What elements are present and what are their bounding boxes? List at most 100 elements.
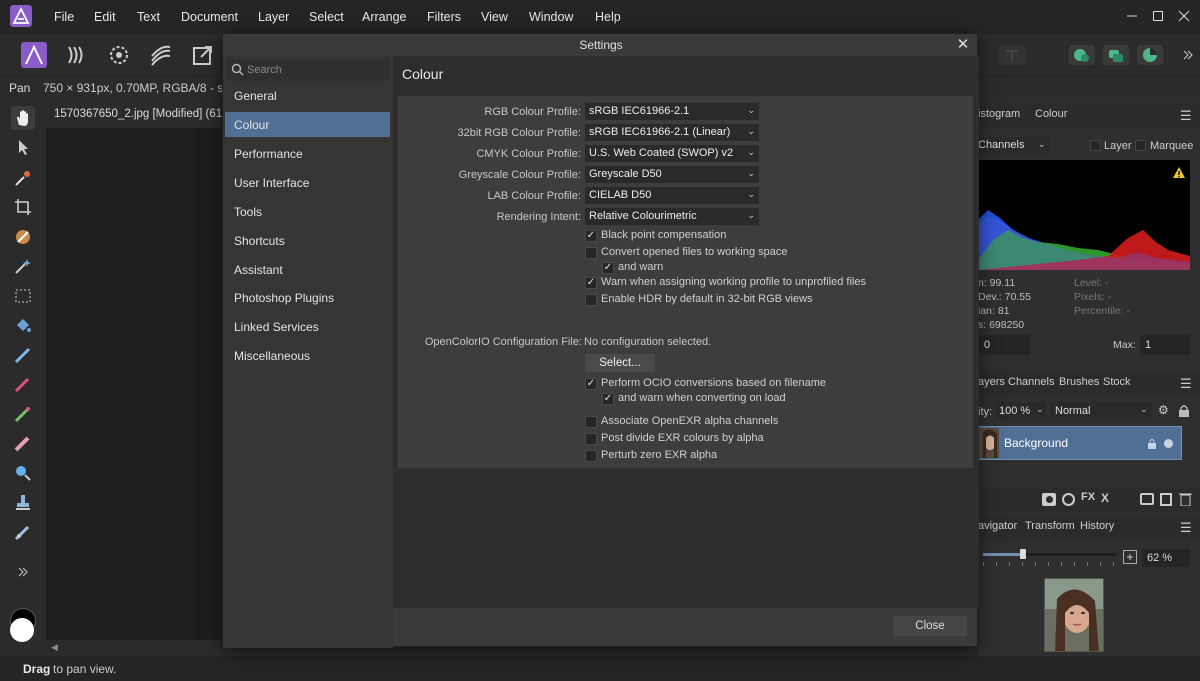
- menu-text[interactable]: Text: [137, 10, 160, 24]
- nav-shortcuts[interactable]: Shortcuts: [225, 228, 390, 253]
- min-input[interactable]: 0: [978, 335, 1030, 355]
- rendering-intent-select[interactable]: Relative Colourimetric ⌄: [585, 208, 759, 225]
- export-persona-icon[interactable]: [187, 39, 219, 71]
- zoom-input[interactable]: 62 %: [1142, 549, 1190, 567]
- layer-visibility-icon[interactable]: [1164, 439, 1173, 448]
- add-pixel-layer-icon[interactable]: [1160, 493, 1172, 506]
- layers-panel-menu-icon[interactable]: ☰: [1180, 376, 1192, 392]
- menu-edit[interactable]: Edit: [94, 10, 116, 24]
- menu-arrange[interactable]: Arrange: [362, 10, 406, 24]
- tab-transform[interactable]: Transform: [1025, 520, 1075, 532]
- maximize-icon[interactable]: [1148, 6, 1168, 26]
- navigator-panel-menu-icon[interactable]: ☰: [1180, 520, 1192, 536]
- dialog-close-icon[interactable]: ✕: [955, 37, 971, 53]
- photo-persona-icon[interactable]: [18, 39, 50, 71]
- rgb32-profile-select[interactable]: sRGB IEC61966-2.1 (Linear) ⌄: [585, 124, 759, 141]
- nav-general[interactable]: General: [225, 83, 390, 108]
- rgb-profile-select[interactable]: sRGB IEC61966-2.1 ⌄: [585, 103, 759, 120]
- black-point-checkbox[interactable]: ✓: [585, 230, 597, 242]
- gradient-tool-icon[interactable]: [11, 343, 35, 367]
- menu-layer[interactable]: Layer: [258, 10, 289, 24]
- greyscale-profile-select[interactable]: Greyscale D50 ⌄: [585, 166, 759, 183]
- nav-colour[interactable]: Colour: [225, 112, 390, 137]
- tab-stock[interactable]: Stock: [1103, 376, 1131, 388]
- layer-lock-icon[interactable]: [1147, 438, 1157, 449]
- layer-row-background[interactable]: Background: [978, 426, 1182, 460]
- tone-mapping-persona-icon[interactable]: [145, 39, 177, 71]
- flood-fill-tool-icon[interactable]: [11, 313, 35, 337]
- cmyk-profile-select[interactable]: U.S. Web Coated (SWOP) v2 ⌄: [585, 145, 759, 162]
- menu-window[interactable]: Window: [529, 10, 573, 24]
- select-ocio-button[interactable]: Select...: [585, 354, 655, 372]
- group-layers-icon[interactable]: [1140, 493, 1154, 505]
- canvas-area[interactable]: [46, 128, 222, 640]
- max-input[interactable]: 1: [1140, 335, 1190, 355]
- nav-assistant[interactable]: Assistant: [225, 257, 390, 282]
- zoom-slider-handle[interactable]: [1019, 549, 1026, 559]
- menu-select[interactable]: Select: [309, 10, 344, 24]
- perform-ocio-checkbox[interactable]: ✓: [585, 378, 597, 390]
- menu-help[interactable]: Help: [595, 10, 621, 24]
- navigator-preview[interactable]: [1044, 578, 1104, 652]
- zoom-tool-icon[interactable]: [11, 461, 35, 485]
- minimize-icon[interactable]: [1122, 6, 1142, 26]
- nav-tools[interactable]: Tools: [225, 199, 390, 224]
- more-tools-icon[interactable]: [11, 560, 35, 584]
- associate-exr-alpha-checkbox[interactable]: [585, 416, 597, 428]
- menu-filters[interactable]: Filters: [427, 10, 461, 24]
- opacity-select[interactable]: 100 % ⌄: [996, 402, 1046, 420]
- app-logo-icon[interactable]: [10, 5, 32, 27]
- snapping-icon[interactable]: [1066, 39, 1098, 71]
- magic-wand-tool-icon[interactable]: [11, 254, 35, 278]
- delete-layer-icon[interactable]: [1179, 492, 1192, 506]
- marquee-checkbox[interactable]: [1135, 140, 1146, 151]
- tab-history[interactable]: History: [1080, 520, 1114, 532]
- nav-linked-services[interactable]: Linked Services: [225, 314, 390, 339]
- menu-document[interactable]: Document: [181, 10, 238, 24]
- close-button[interactable]: Close: [893, 616, 967, 636]
- settings-search-input[interactable]: Search: [226, 59, 390, 81]
- toolbar-disabled-icon[interactable]: [996, 39, 1028, 71]
- menu-view[interactable]: View: [481, 10, 508, 24]
- adjustment-layer-icon[interactable]: [1062, 493, 1075, 506]
- liquify-persona-icon[interactable]: [60, 39, 92, 71]
- crop-tool-icon[interactable]: [11, 195, 35, 219]
- nav-user-interface[interactable]: User Interface: [225, 170, 390, 195]
- nav-miscellaneous[interactable]: Miscellaneous: [225, 343, 390, 368]
- live-filter-icon[interactable]: FX: [1081, 491, 1095, 503]
- layer-checkbox[interactable]: [1090, 140, 1101, 151]
- zoom-slider[interactable]: [983, 549, 1116, 559]
- zoom-in-icon[interactable]: +: [1123, 550, 1137, 564]
- blend-mode-select[interactable]: Normal ⌄: [1050, 402, 1152, 420]
- toolbar-overflow-icon[interactable]: [1176, 39, 1200, 71]
- window-close-icon[interactable]: [1174, 6, 1194, 26]
- secondary-color-swatch[interactable]: [10, 618, 34, 642]
- warn-converting-checkbox[interactable]: ✓: [602, 393, 614, 405]
- nav-photoshop-plugins[interactable]: Photoshop Plugins: [225, 285, 390, 310]
- tab-colour[interactable]: Colour: [1035, 108, 1067, 120]
- move-tool-icon[interactable]: [11, 135, 35, 159]
- settings-gear-icon[interactable]: ⚙: [1158, 403, 1169, 417]
- retouch-brush-tool-icon[interactable]: [11, 520, 35, 544]
- tab-histogram[interactable]: istogram: [978, 108, 1020, 120]
- horizontal-scrollbar[interactable]: ◀: [46, 641, 226, 655]
- enable-hdr-checkbox[interactable]: [585, 294, 597, 306]
- panel-menu-icon[interactable]: ☰: [1180, 108, 1192, 124]
- tab-layers[interactable]: ayers: [978, 376, 1005, 388]
- marquee-tool-icon[interactable]: [11, 284, 35, 308]
- develop-persona-icon[interactable]: [103, 39, 135, 71]
- menu-file[interactable]: File: [54, 10, 74, 24]
- erase-brush-tool-icon[interactable]: [11, 431, 35, 455]
- tab-brushes[interactable]: Brushes: [1059, 376, 1099, 388]
- pan-tool-icon[interactable]: [11, 106, 35, 130]
- color-picker-tool-icon[interactable]: [11, 166, 35, 190]
- warn-unprofiled-checkbox[interactable]: ✓: [585, 277, 597, 289]
- view-mode-icon[interactable]: [1134, 39, 1166, 71]
- paint-brush-tool-icon[interactable]: [11, 372, 35, 396]
- document-tab[interactable]: 1570367650_2.jpg [Modified] (61.9%: [46, 100, 242, 128]
- channels-select[interactable]: Channels ⌄: [978, 137, 1050, 155]
- clone-brush-tool-icon[interactable]: [11, 402, 35, 426]
- arrange-icon[interactable]: X: [1101, 491, 1109, 505]
- nav-performance[interactable]: Performance: [225, 141, 390, 166]
- lab-profile-select[interactable]: CIELAB D50 ⌄: [585, 187, 759, 204]
